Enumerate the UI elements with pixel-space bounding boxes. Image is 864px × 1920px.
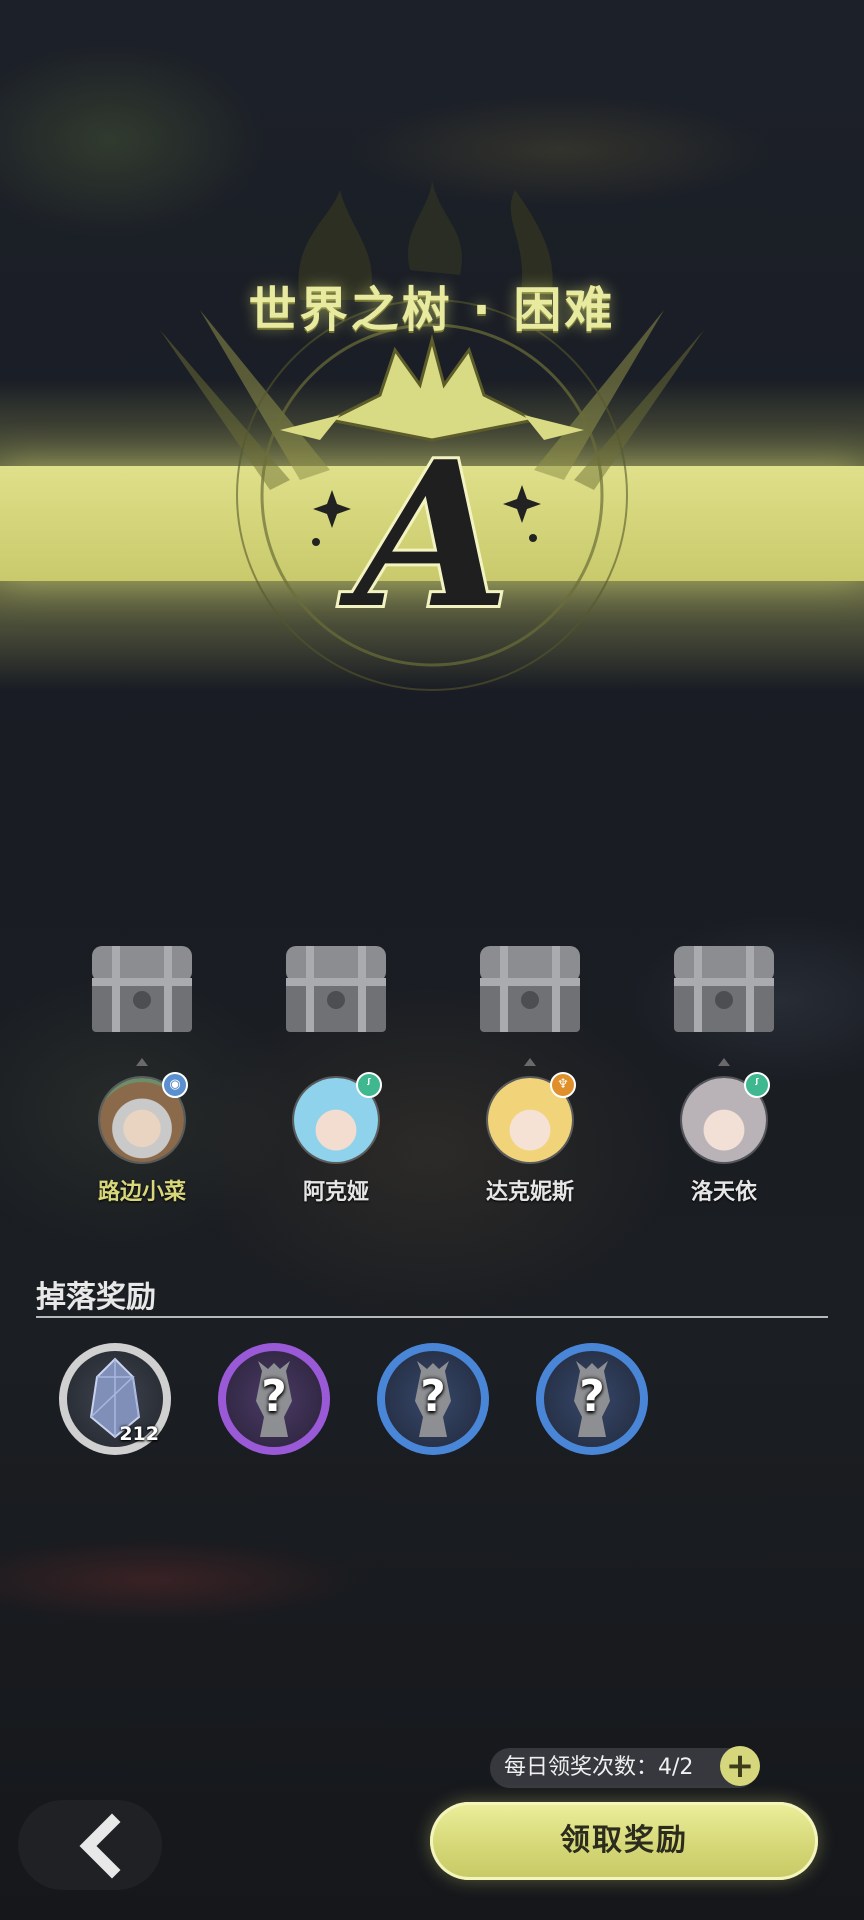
daily-claims-label: 每日领奖次数： bbox=[504, 1755, 659, 1780]
avatar: ᶴ bbox=[292, 1072, 382, 1164]
pointer-icon bbox=[524, 1058, 536, 1066]
drop-item[interactable]: 212 bbox=[59, 1343, 171, 1455]
pointer-icon bbox=[718, 1058, 730, 1066]
wind-icon: ᶴ bbox=[356, 1072, 382, 1098]
rank-letter: A bbox=[338, 418, 509, 653]
team-member-name: 洛天依 bbox=[690, 1180, 757, 1205]
unknown-mark: ? bbox=[579, 1371, 605, 1422]
pointer-icon bbox=[330, 1058, 342, 1066]
rank-emblem: A bbox=[160, 180, 704, 691]
team-member[interactable]: ᶴ 洛天依 bbox=[669, 1058, 779, 1206]
team-member[interactable]: ◉ 路边小菜 bbox=[87, 1058, 197, 1206]
team-member[interactable]: ♆ 达克妮斯 bbox=[475, 1058, 585, 1206]
avatar: ᶴ bbox=[680, 1072, 770, 1164]
daily-claims-value: 4/2 bbox=[658, 1755, 694, 1780]
back-button[interactable] bbox=[18, 1800, 162, 1890]
team-member-name: 达克妮斯 bbox=[485, 1180, 574, 1205]
daily-claims-counter: 每日领奖次数：4/2 bbox=[490, 1748, 758, 1788]
treasure-chest-icon bbox=[92, 946, 192, 1032]
unknown-mark: ? bbox=[420, 1371, 446, 1422]
back-arrow-icon bbox=[79, 1813, 121, 1879]
treasure-chest-icon bbox=[286, 946, 386, 1032]
stage-title: 世界之树 · 困难 bbox=[248, 282, 616, 338]
unknown-mark: ? bbox=[261, 1371, 287, 1422]
avatar: ◉ bbox=[98, 1072, 188, 1164]
treasure-chest-icon bbox=[480, 946, 580, 1032]
divider bbox=[36, 1316, 828, 1318]
team-member-name: 路边小菜 bbox=[97, 1180, 186, 1205]
claim-reward-button[interactable]: 领取奖励 bbox=[430, 1802, 818, 1880]
add-claims-button[interactable]: + bbox=[720, 1746, 760, 1786]
drops-title: 掉落奖励 bbox=[36, 1280, 156, 1315]
drop-item[interactable]: ? bbox=[218, 1343, 330, 1455]
drop-item[interactable]: ? bbox=[536, 1343, 648, 1455]
wind-icon: ᶴ bbox=[744, 1072, 770, 1098]
team-member[interactable]: ᶴ 阿克娅 bbox=[281, 1058, 391, 1206]
fire-icon: ♆ bbox=[550, 1072, 576, 1098]
item-count: 212 bbox=[119, 1423, 159, 1445]
pointer-icon bbox=[136, 1058, 148, 1066]
avatar: ♆ bbox=[486, 1072, 576, 1164]
treasure-chest-icon bbox=[674, 946, 774, 1032]
team-member-name: 阿克娅 bbox=[302, 1180, 369, 1205]
drop-item[interactable]: ? bbox=[377, 1343, 489, 1455]
water-icon: ◉ bbox=[162, 1072, 188, 1098]
